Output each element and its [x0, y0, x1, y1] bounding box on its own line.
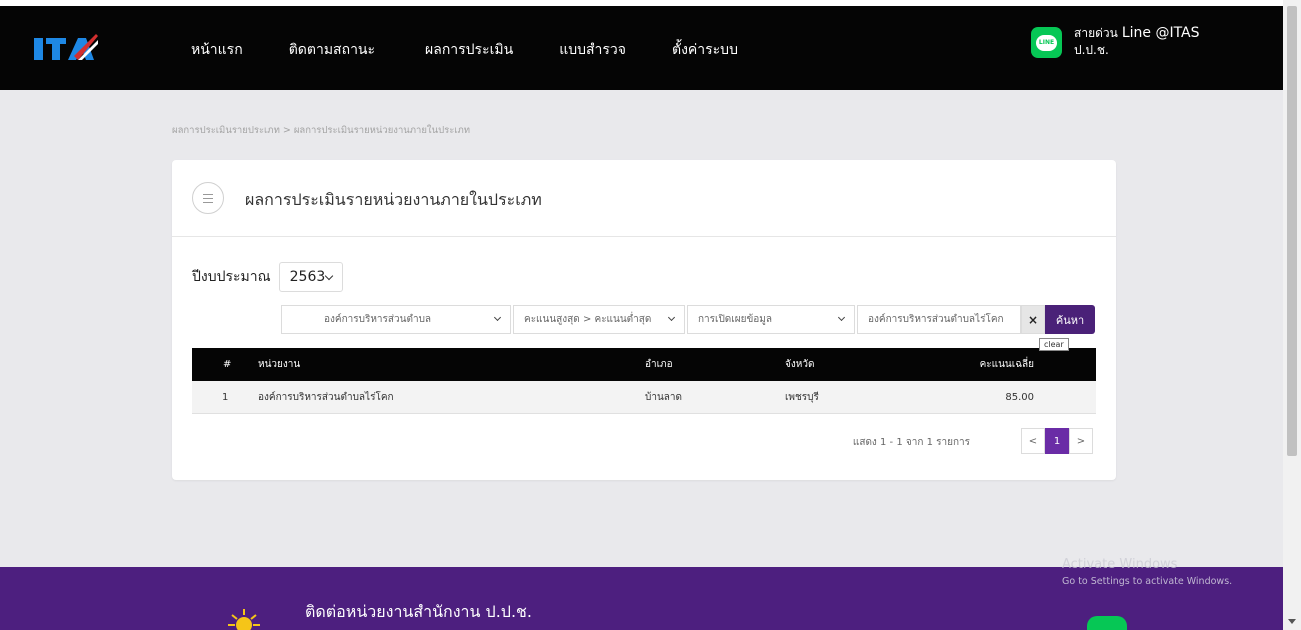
scroll-down-arrow-icon[interactable] [1288, 619, 1296, 624]
row-num: 1 [222, 392, 229, 403]
fiscal-year-value: 2563 [289, 269, 326, 285]
page-1-button[interactable]: 1 [1045, 428, 1069, 454]
fiscal-year-label: ปีงบประมาณ [192, 269, 271, 285]
nav-home[interactable]: หน้าแรก [191, 39, 243, 61]
navbar: หน้าแรก ติดตามสถานะ ผลการประเมิน แบบสำรว… [0, 6, 1283, 90]
nav-settings[interactable]: ตั้งค่าระบบ [672, 39, 738, 61]
pagination: แสดง 1 - 1 จาก 1 รายการ < 1 > [172, 428, 1096, 454]
line-icon[interactable]: LINE [1031, 27, 1062, 58]
next-page-button[interactable]: > [1069, 428, 1093, 454]
search-button[interactable]: ค้นหา [1045, 305, 1095, 334]
breadcrumb[interactable]: ผลการประเมินรายประเภท > ผลการประเมินรายห… [172, 123, 470, 138]
scrollbar-thumb[interactable] [1287, 6, 1297, 456]
pagination-summary: แสดง 1 - 1 จาก 1 รายการ [852, 437, 970, 448]
clear-tooltip: clear [1039, 338, 1069, 351]
page-scrollbar[interactable] [1283, 0, 1301, 630]
row-province: เพชรบุรี [785, 392, 819, 403]
org-short-name: ป.ป.ช. [1074, 43, 1109, 57]
watermark-line-1: Activate Windows [1062, 557, 1178, 572]
card-header: ผลการประเมินรายหน่วยงานภายในประเภท [172, 160, 1116, 237]
line-icon-text: LINE [1038, 39, 1055, 46]
header-avg-score: คะแนนเฉลี่ย [979, 359, 1034, 370]
menu-icon[interactable] [192, 182, 224, 214]
header-province: จังหวัด [785, 359, 815, 370]
search-input[interactable]: องค์การบริหารส่วนตำบลไร่โคก [857, 305, 1021, 334]
footer-line-icon[interactable] [1087, 616, 1127, 630]
nacc-emblem-icon [228, 609, 260, 630]
search-input-value: องค์การบริหารส่วนตำบลไร่โคก [868, 314, 1004, 325]
org-type-select[interactable]: องค์การบริหารส่วนตำบล [281, 305, 511, 334]
header-num: # [223, 359, 232, 370]
disclosure-select[interactable]: การเปิดเผยข้อมูล [687, 305, 855, 334]
ita-logo[interactable] [34, 30, 98, 68]
line-id: Line @ITAS [1121, 25, 1200, 41]
chevron-down-icon [493, 313, 502, 322]
results-table: # หน่วยงาน อำเภอ จังหวัด คะแนนเฉลี่ย 1 อ… [192, 348, 1096, 414]
sort-value: คะแนนสูงสุด > คะแนนต่ำสุด [524, 314, 652, 325]
results-card: ผลการประเมินรายหน่วยงานภายในประเภท ปีงบป… [172, 160, 1116, 480]
chevron-down-icon [667, 313, 676, 322]
footer-title: ติดต่อหน่วยงานสำนักงาน ป.ป.ช. [305, 602, 532, 621]
page-title: ผลการประเมินรายหน่วยงานภายในประเภท [245, 190, 542, 209]
table-row[interactable]: 1 องค์การบริหารส่วนตำบลไร่โคก บ้านลาด เพ… [192, 381, 1096, 414]
sort-select[interactable]: คะแนนสูงสุด > คะแนนต่ำสุด [513, 305, 685, 334]
row-district: บ้านลาด [645, 392, 683, 403]
nav-survey[interactable]: แบบสำรวจ [559, 39, 626, 61]
org-type-value: องค์การบริหารส่วนตำบล [324, 314, 432, 325]
disclosure-value: การเปิดเผยข้อมูล [698, 314, 772, 325]
row-agency[interactable]: องค์การบริหารส่วนตำบลไร่โคก [258, 381, 394, 414]
chevron-down-icon [837, 313, 846, 322]
hotline-label: สายด่วน [1074, 26, 1118, 40]
watermark-line-2: Go to Settings to activate Windows. [1062, 576, 1233, 587]
row-score: 85.00 [1005, 392, 1034, 403]
prev-page-button[interactable]: < [1021, 428, 1045, 454]
nav-results[interactable]: ผลการประเมิน [425, 39, 513, 61]
nav-track-status[interactable]: ติดตามสถานะ [289, 39, 375, 61]
clear-button[interactable]: × [1021, 305, 1045, 334]
header-district: อำเภอ [645, 359, 673, 370]
fiscal-year-select[interactable]: 2563 [278, 262, 343, 292]
hotline-info: สายด่วน Line @ITAS ป.ป.ช. [1074, 25, 1200, 59]
main-nav: หน้าแรก ติดตามสถานะ ผลการประเมิน แบบสำรว… [191, 39, 784, 61]
windows-activation-watermark: Activate Windows Go to Settings to activ… [1062, 557, 1232, 587]
chevron-down-icon [324, 271, 333, 281]
line-bubble: LINE [1036, 34, 1057, 51]
header-agency: หน่วยงาน [258, 359, 301, 370]
table-header: # หน่วยงาน อำเภอ จังหวัด คะแนนเฉลี่ย [192, 348, 1096, 381]
fiscal-year-row: ปีงบประมาณ 2563 [192, 262, 343, 292]
